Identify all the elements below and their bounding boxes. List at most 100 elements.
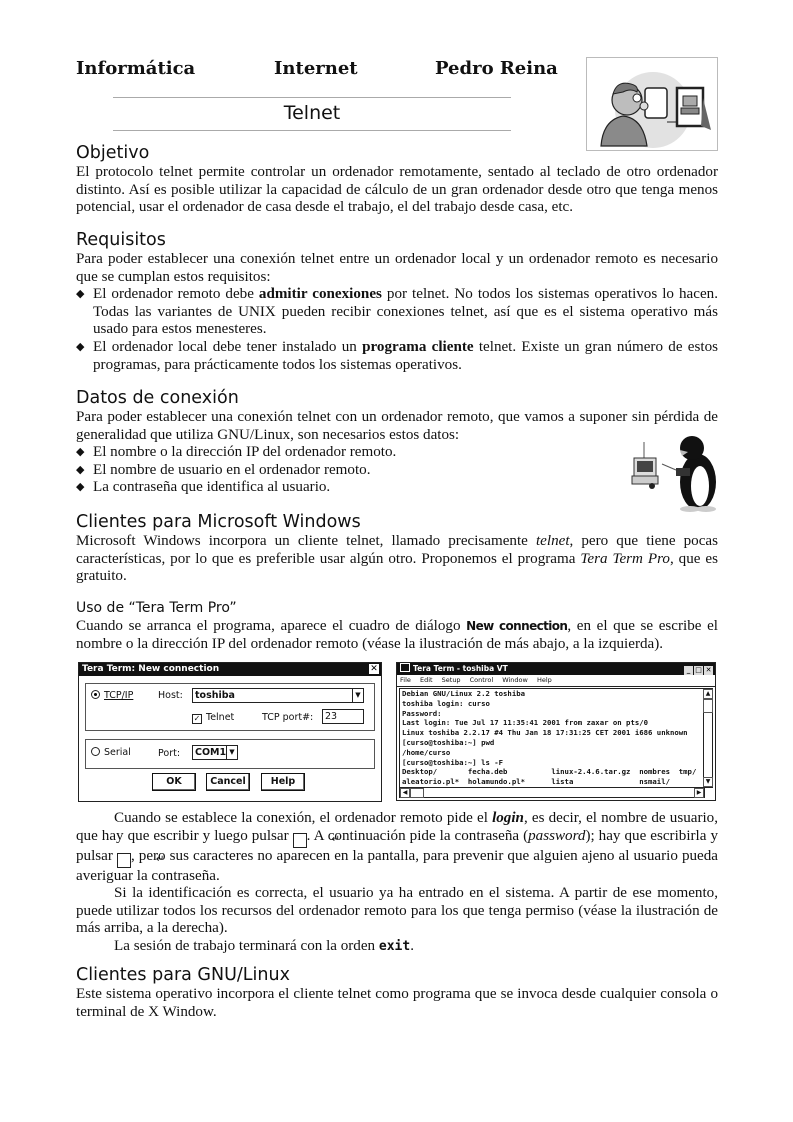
list-item: ◆ El ordenador local debe tener instalado… — [76, 338, 718, 373]
dialog-title: Tera Term: New connection — [82, 664, 220, 674]
close-icon[interactable]: ✕ — [704, 666, 713, 675]
serial-radio[interactable]: Serial — [91, 747, 131, 758]
section-linux: Clientes para GNU/Linux Este sistema ope… — [76, 964, 718, 1021]
chevron-down-icon[interactable]: ▼ — [352, 689, 363, 702]
scroll-thumb[interactable] — [703, 699, 713, 713]
com-port-combobox[interactable]: COM1 ▼ — [192, 745, 238, 760]
section-datos-conexion: Datos de conexión Para poder establecer … — [76, 387, 718, 497]
menu-file[interactable]: File — [400, 676, 411, 684]
datos-list: ◆ El nombre o la dirección IP del ordenad… — [76, 444, 718, 497]
page-title: Telnet — [283, 102, 341, 124]
serial-group: Serial Port: COM1 ▼ — [85, 739, 375, 769]
radio-selected-icon — [91, 690, 100, 699]
tcpip-radio[interactable]: TCP/IP — [91, 690, 133, 701]
ui-label-new-connection: New connection — [466, 619, 568, 633]
bullet-icon: ◆ — [76, 481, 85, 494]
terminal-menubar: File Edit Setup Control Window Help — [397, 675, 715, 687]
objetivo-text: El protocolo telnet permite controlar un… — [76, 164, 718, 216]
terminal-line: Password: — [402, 708, 442, 718]
list-item: ◆ La contraseña que identifica al usuario… — [76, 479, 331, 496]
person-at-computer-illustration — [586, 57, 718, 151]
dialog-titlebar: Tera Term: New connection ✕ — [79, 663, 381, 676]
bullet-icon: ◆ — [76, 288, 85, 301]
exit-paragraph: La sesión de trabajo terminará con la or… — [114, 937, 414, 954]
heading-objetivo: Objetivo — [76, 143, 150, 163]
terminal-line: Debian GNU/Linux 2.2 toshiba — [402, 689, 526, 698]
radio-unselected-icon — [91, 747, 100, 756]
telnet-checkbox[interactable]: ✓ Telnet — [192, 712, 234, 724]
list-item: ◆ El nombre o la dirección IP del ordenad… — [76, 444, 397, 461]
list-item: ◆ El nombre de usuario en el ordenador re… — [76, 461, 371, 478]
tcp-port-input[interactable]: 23 — [322, 709, 364, 724]
vertical-scrollbar[interactable]: ▲ ▼ — [703, 688, 713, 788]
help-button[interactable]: Help — [261, 773, 305, 791]
terminal-line: Linux toshiba 2.2.17 #4 Thu Jan 18 17:31… — [402, 728, 688, 738]
menu-window[interactable]: Window — [502, 676, 528, 684]
teraterm-text: Cuando se arranca el programa, aparece e… — [76, 618, 718, 652]
terminal-line: Desktop/ fecha.deb linux-2.4.6.tar.gz no… — [402, 767, 697, 777]
tcpip-group: TCP/IP Host: toshiba ▼ ✓ Telnet TCP port#… — [85, 683, 375, 731]
login-paragraph: Cuando se establece la conexión, el orde… — [76, 810, 718, 884]
horizontal-scrollbar[interactable]: ◀ ▶ — [399, 787, 705, 798]
section-objetivo: Objetivo El protocolo telnet permite con… — [76, 142, 718, 217]
terminal-window: Tera Term - toshiba VT _ □ ✕ File Edit Set… — [396, 662, 716, 801]
list-item: ◆ El ordenador remoto debe admitir conexi… — [76, 286, 718, 338]
bullet-icon: ◆ — [76, 340, 85, 353]
title-rule-top — [113, 97, 511, 98]
enter-key-icon: ↵ — [292, 832, 340, 848]
heading-datos: Datos de conexión — [76, 388, 239, 408]
header-author: Pedro Reina — [435, 58, 558, 79]
heading-linux: Clientes para GNU/Linux — [76, 965, 290, 985]
terminal-titlebar: Tera Term - toshiba VT _ □ ✕ — [397, 663, 715, 675]
terminal-line: toshiba login: curso — [402, 698, 490, 708]
heading-windows: Clientes para Microsoft Windows — [76, 512, 361, 532]
menu-help[interactable]: Help — [537, 676, 552, 684]
enter-key-icon: ↵ — [116, 852, 164, 868]
header-subject: Informática — [76, 58, 196, 79]
datos-intro: Para poder establecer una conexión telne… — [76, 409, 718, 443]
header-topic: Internet — [274, 58, 358, 79]
minimize-icon[interactable]: _ — [684, 666, 693, 675]
heading-requisitos: Requisitos — [76, 230, 166, 250]
terminal-line: [curso@toshiba:~] pwd — [402, 737, 495, 747]
terminal-line: /home/curso — [402, 747, 451, 757]
requisitos-intro: Para poder establecer una conexión telne… — [76, 251, 718, 285]
terminal-line: aleatorio.pl* holamundo.pl* lista nsmail… — [402, 777, 670, 787]
cancel-button[interactable]: Cancel — [206, 773, 250, 791]
com-port-label: Port: — [158, 748, 181, 759]
ok-button[interactable]: OK — [152, 773, 196, 791]
scroll-left-icon[interactable]: ◀ — [400, 788, 410, 798]
requisitos-list: ◆ El ordenador remoto debe admitir conexi… — [76, 286, 718, 374]
section-requisitos: Requisitos Para poder establecer una con… — [76, 229, 718, 374]
maximize-icon[interactable]: □ — [694, 666, 703, 675]
scroll-down-icon[interactable]: ▼ — [703, 777, 713, 787]
scroll-right-icon[interactable]: ▶ — [694, 788, 704, 798]
host-combobox[interactable]: toshiba ▼ — [192, 688, 364, 703]
terminal-line: Last login: Tue Jul 17 11:35:41 2001 fro… — [402, 718, 649, 728]
tcp-port-label: TCP port#: — [262, 712, 314, 723]
title-rule-bottom — [113, 130, 511, 131]
menu-edit[interactable]: Edit — [420, 676, 433, 684]
menu-control[interactable]: Control — [470, 676, 494, 684]
new-connection-dialog: Tera Term: New connection ✕ TCP/IP Host:… — [78, 662, 382, 802]
terminal-output[interactable]: Debian GNU/Linux 2.2 toshiba toshiba log… — [399, 688, 704, 788]
scroll-thumb[interactable] — [410, 788, 424, 798]
linux-text: Este sistema operativo incorpora el clie… — [76, 986, 718, 1020]
exit-command: exit — [378, 938, 411, 954]
section-login: Cuando se establece la conexión, el orde… — [76, 810, 718, 956]
menu-setup[interactable]: Setup — [442, 676, 461, 684]
section-teraterm: Uso de “Tera Term Pro” Cuando se arranca… — [76, 598, 718, 653]
checkbox-checked-icon: ✓ — [192, 714, 202, 724]
scroll-up-icon[interactable]: ▲ — [703, 689, 713, 699]
com-port-value: COM1 — [195, 747, 227, 758]
chevron-down-icon[interactable]: ▼ — [226, 746, 237, 759]
app-icon — [400, 663, 410, 672]
terminal-title: Tera Term - toshiba VT — [413, 664, 508, 673]
close-icon[interactable]: ✕ — [369, 664, 379, 674]
bullet-icon: ◆ — [76, 446, 85, 459]
host-label: Host: — [158, 690, 183, 701]
identification-paragraph: Si la identificación es correcta, el usu… — [76, 885, 718, 937]
windows-text: Microsoft Windows incorpora un cliente t… — [76, 533, 718, 585]
heading-teraterm: Uso de “Tera Term Pro” — [76, 600, 237, 616]
bullet-icon: ◆ — [76, 463, 85, 476]
